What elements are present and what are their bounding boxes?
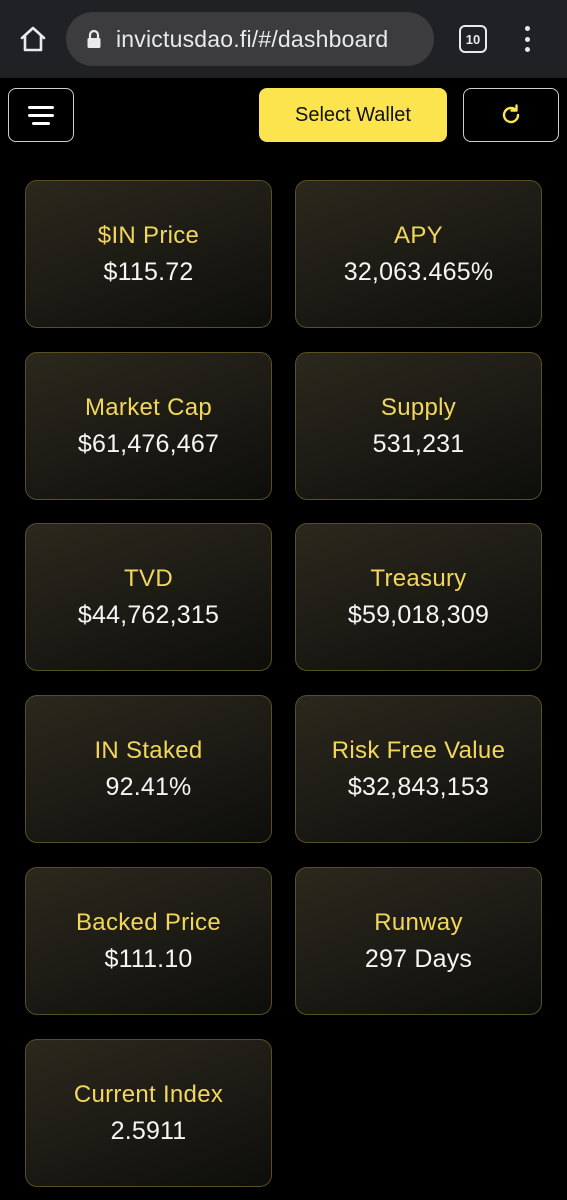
stat-card-apy: APY 32,063.465% (295, 180, 542, 328)
stat-card-in-price: $IN Price $115.72 (25, 180, 272, 328)
stat-label: $IN Price (97, 221, 200, 249)
stat-label: Risk Free Value (331, 736, 506, 764)
home-button[interactable] (14, 20, 52, 58)
lock-icon (86, 28, 104, 50)
url-text: invictusdao.fi/#/dashboard (116, 25, 389, 52)
stat-value: 297 Days (364, 944, 473, 973)
stat-label: Runway (374, 908, 463, 936)
stat-label: Backed Price (76, 908, 221, 936)
stat-value: 531,231 (372, 429, 465, 458)
address-bar[interactable]: invictusdao.fi/#/dashboard (66, 12, 434, 66)
app-header: Select Wallet (0, 78, 567, 158)
more-vert-icon[interactable] (515, 22, 539, 56)
refresh-button[interactable] (463, 88, 559, 142)
stat-card-risk-free-value: Risk Free Value $32,843,153 (295, 695, 542, 843)
stat-value: $32,843,153 (347, 772, 490, 801)
stat-value: $61,476,467 (77, 429, 220, 458)
stat-card-supply: Supply 531,231 (295, 352, 542, 500)
stat-label: APY (394, 221, 443, 249)
stat-value: 2.5911 (110, 1116, 187, 1145)
refresh-icon (502, 104, 520, 124)
stat-value: 32,063.465% (343, 257, 494, 286)
hamburger-icon[interactable] (8, 88, 74, 142)
stat-label: Current Index (73, 1080, 224, 1108)
stat-card-runway: Runway 297 Days (295, 867, 542, 1015)
select-wallet-button[interactable]: Select Wallet (259, 88, 447, 142)
stat-value: $44,762,315 (77, 600, 220, 629)
tab-count: 10 (465, 31, 481, 47)
stat-label: Market Cap (84, 393, 213, 421)
stat-card-backed-price: Backed Price $111.10 (25, 867, 272, 1015)
stat-label: TVD (124, 564, 173, 592)
stat-label: Treasury (370, 564, 467, 592)
stat-card-in-staked: IN Staked 92.41% (25, 695, 272, 843)
stat-value: $115.72 (103, 257, 194, 286)
stat-card-market-cap: Market Cap $61,476,467 (25, 352, 272, 500)
browser-toolbar: invictusdao.fi/#/dashboard 10 (0, 0, 567, 78)
stat-card-current-index: Current Index 2.5911 (25, 1039, 272, 1187)
stat-label: IN Staked (94, 736, 203, 764)
tabs-button[interactable]: 10 (459, 25, 487, 53)
stat-label: Supply (380, 393, 457, 421)
stat-card-tvd: TVD $44,762,315 (25, 523, 272, 671)
stat-value: 92.41% (105, 772, 192, 801)
stat-value: $59,018,309 (347, 600, 490, 629)
home-icon (20, 26, 46, 52)
stat-value: $111.10 (104, 944, 193, 973)
stat-card-treasury: Treasury $59,018,309 (295, 523, 542, 671)
